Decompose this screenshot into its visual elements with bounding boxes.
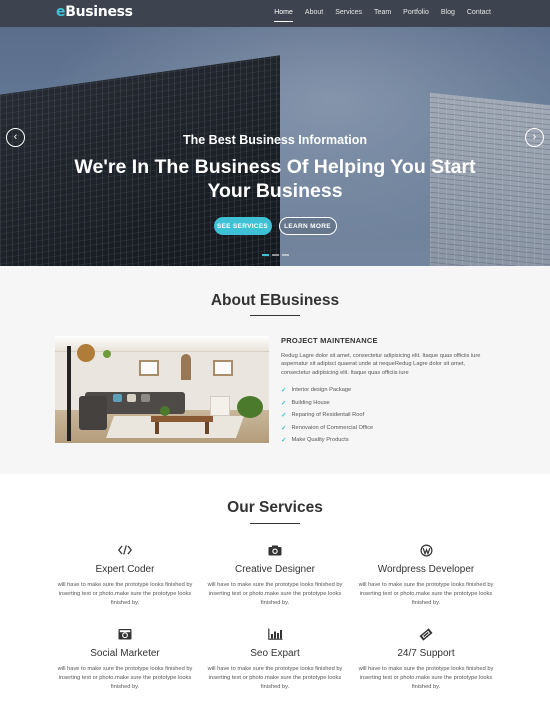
top-navbar: eBusiness Home About Services Team Portf… [0,0,550,27]
service-card-seo-expart[interactable]: Seo Expart will have to make sure the pr… [205,627,345,692]
check-icon: ✓ [281,424,287,432]
list-item: ✓ Building House [281,397,493,410]
check-icon: ✓ [281,399,287,407]
room-lampshade [77,344,95,362]
slider-dot-2[interactable] [271,254,279,256]
nav-link-about[interactable]: About [305,9,323,16]
room-coffee-table [151,416,213,422]
logo-accent: e [56,4,66,20]
about-heading: PROJECT MAINTENANCE [281,336,378,345]
logo[interactable]: eBusiness [56,4,133,20]
main-menu: Home About Services Team Portfolio Blog … [262,9,491,22]
services-title-underline [250,523,300,524]
nav-link-portfolio[interactable]: Portfolio [403,9,429,16]
service-card-creative-designer[interactable]: Creative Designer will have to make sure… [205,543,345,608]
service-card-expert-coder[interactable]: Expert Coder will have to make sure the … [55,543,195,608]
camera-icon [205,543,345,557]
ticket-icon [356,627,496,641]
services-title: Our Services [227,499,323,516]
room-pillow-light [127,394,136,402]
room-pillow-blue [113,394,122,402]
bar-chart-icon [205,627,345,641]
room-table-leg [155,422,159,434]
list-item-label: Make Quality Products [291,437,349,444]
service-description: will have to make sure the prototype loo… [207,582,343,606]
service-title: Social Marketer [90,648,160,659]
about-image [55,336,269,443]
see-services-button[interactable]: SEE SERVICES [213,217,272,235]
room-table-leg [205,422,209,434]
nav-link-services[interactable]: Services [335,9,362,16]
service-description: will have to make sure the prototype loo… [358,582,494,606]
about-text: PROJECT MAINTENANCE Redug Lagre dolor si… [281,336,493,447]
slider-dot-1[interactable] [261,254,269,256]
about-title-underline [250,315,300,316]
check-icon: ✓ [281,437,287,445]
list-item: ✓ Reparing of Residentail Roof [281,409,493,422]
service-card-24-7-support[interactable]: 24/7 Support will have to make sure the … [356,627,496,692]
services-section: Our Services Expert Coder will have to m… [0,474,550,709]
room-plant-large [237,396,263,418]
service-card-social-marketer[interactable]: Social Marketer will have to make sure t… [55,627,195,692]
camera-retro-icon [55,627,195,641]
list-item: ✓ Interior design Package [281,384,493,397]
service-description: will have to make sure the prototype loo… [57,582,193,606]
hero-slider: ‹ › The Best Business Information We're … [0,27,550,266]
about-feature-list: ✓ Interior design Package ✓ Building House… [281,384,493,447]
room-window-left [139,360,159,376]
check-icon: ✓ [281,412,287,420]
service-title: Expert Coder [95,564,155,575]
room-pillow-grey [141,394,150,402]
nav-link-blog[interactable]: Blog [441,9,455,16]
service-description: will have to make sure the prototype loo… [358,666,494,690]
service-description: will have to make sure the prototype loo… [207,666,343,690]
hero-buttons: SEE SERVICES LEARN MORE [0,217,550,235]
room-clock [181,354,191,380]
room-sofa-arm [79,396,107,430]
about-title: About EBusiness [210,292,340,309]
slider-dot-3[interactable] [281,254,289,256]
room-window-right [213,360,233,376]
code-icon [55,543,195,557]
list-item-label: Building House [291,399,330,406]
list-item: ✓ Make Quality Products [281,434,493,447]
nav-link-contact[interactable]: Contact [467,9,491,16]
check-icon: ✓ [281,387,287,395]
list-item: ✓ Renovaion of Commercial Office [281,422,493,435]
room-plant-small [160,406,170,416]
list-item-label: Renovaion of Commercial Office [291,424,374,431]
room-lamp [67,346,71,441]
logo-text: Business [65,4,133,20]
learn-more-button[interactable]: LEARN MORE [278,217,337,235]
wordpress-icon [356,543,496,557]
service-title: Wordpress Developer [377,564,475,575]
list-item-label: Interior design Package [291,387,352,394]
hero-subtitle: The Best Business Information [182,133,368,147]
service-card-wordpress-developer[interactable]: Wordpress Developer will have to make su… [356,543,496,608]
hero-title: We're In The Business Of Helping You Sta… [74,156,476,202]
service-title: 24/7 Support [397,648,455,659]
about-description: Redug Lagre dolor sit amet, consectetur … [281,353,481,376]
room-plant-hanging [103,350,111,358]
about-section: About EBusiness PROJECT MAINTENANCE Redu… [0,266,550,474]
service-title: Creative Designer [234,564,316,575]
service-description: will have to make sure the prototype loo… [57,666,193,690]
list-item-label: Reparing of Residentail Roof [291,412,365,419]
service-title: Seo Expart [250,648,300,659]
nav-link-home[interactable]: Home [274,9,293,22]
room-cabinet [210,396,230,416]
slider-dots [0,254,550,256]
nav-link-team[interactable]: Team [374,9,391,16]
